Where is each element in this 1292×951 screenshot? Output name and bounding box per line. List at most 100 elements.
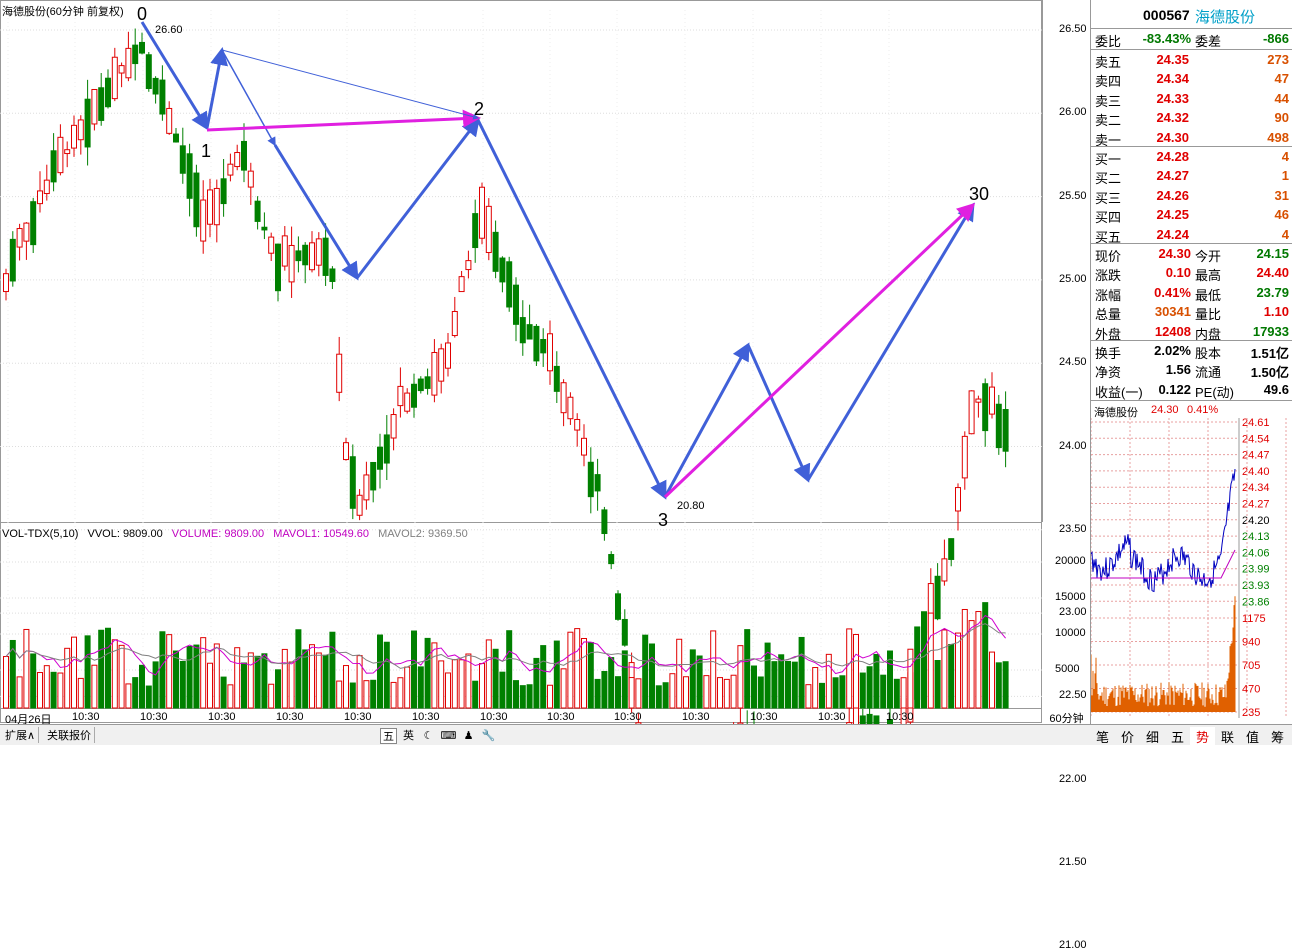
price-tick-label: 21.00 (1059, 939, 1087, 951)
volume-bar (145, 685, 152, 709)
bid-row[interactable]: 买四 24.25 46 (1091, 205, 1292, 225)
book-volume: 31 (1274, 187, 1289, 203)
volume-bar (295, 629, 302, 709)
candle-body (43, 179, 50, 195)
right-tab[interactable]: 值 (1240, 727, 1265, 746)
price-tick-label: 26.00 (1059, 106, 1087, 119)
candle-body (560, 382, 567, 414)
candle-body (281, 235, 288, 267)
volume-bar (839, 675, 846, 709)
volume-bar (431, 642, 438, 709)
volume-bar (791, 661, 798, 709)
volume-bar (621, 650, 628, 709)
book-price: 24.35 (1156, 52, 1189, 67)
kline-chart[interactable]: 0 26.60 1 2 3 20.80 30 (0, 0, 1042, 724)
candle-body (492, 231, 499, 272)
bid-row[interactable]: 买五 24.24 4 (1091, 225, 1292, 245)
ask-row[interactable]: 卖四 24.34 47 (1091, 69, 1292, 89)
candle-body (377, 446, 383, 470)
bid-row[interactable]: 买二 24.27 1 (1091, 166, 1292, 186)
volume-bar (540, 645, 547, 709)
candle-body (479, 186, 485, 239)
volume-value: VOLUME: 9809.00 (171, 528, 265, 540)
volume-bar (445, 672, 451, 709)
volume-bar (485, 639, 492, 709)
volume-bar (173, 650, 179, 709)
ime-five-icon[interactable]: 五 (380, 728, 397, 744)
right-tab[interactable]: 价 (1115, 727, 1140, 746)
candle-body (445, 342, 451, 369)
volume-bar (438, 660, 445, 709)
candle-body (309, 242, 315, 271)
bid-row[interactable]: 买三 24.26 31 (1091, 186, 1292, 206)
period-label[interactable]: 60分钟 (1043, 710, 1090, 725)
volume-bar (927, 612, 934, 709)
right-tab[interactable]: 势 (1190, 727, 1215, 746)
related-quote-tab[interactable]: 关联报价 (44, 727, 95, 743)
volume-bar (288, 661, 295, 709)
time-tick-label: 10:30 (682, 711, 710, 723)
volume-bar (866, 666, 873, 709)
stock-name: 海德股份 (1195, 9, 1256, 26)
candle-body (315, 238, 322, 266)
right-tab[interactable]: 筹 (1265, 727, 1290, 746)
candle-body (547, 333, 553, 372)
moon-icon[interactable]: ☾ (420, 728, 437, 744)
keyboard-icon[interactable]: ⌨ (440, 728, 457, 744)
user-icon[interactable]: ♟ (460, 728, 477, 744)
ask-row[interactable]: 卖三 24.33 44 (1091, 89, 1292, 109)
stock-header: 000567 海德股份 (1091, 4, 1292, 28)
candle-body (207, 189, 213, 225)
right-tab[interactable]: 联 (1215, 727, 1240, 746)
volume-bar (893, 678, 900, 709)
right-tab[interactable]: 细 (1140, 727, 1165, 746)
ime-english-icon[interactable]: 英 (400, 728, 417, 744)
mini-intraday-chart[interactable]: 24.61 24.54 24.47 24.40 24.34 24.27 24.20 24.13… (1091, 418, 1292, 718)
ask-row[interactable]: 卖二 24.32 90 (1091, 108, 1292, 128)
bid-row[interactable]: 买一 24.28 4 (1091, 147, 1292, 167)
candle-body (71, 124, 77, 149)
volume-bar (105, 627, 111, 709)
ask-row[interactable]: 卖一 24.30 498 (1091, 128, 1292, 148)
volume-bar (934, 660, 941, 709)
candle-body (268, 236, 275, 254)
candle-body (438, 348, 445, 382)
volume-bar (213, 643, 220, 709)
mini-price-label: 24.06 (1242, 547, 1270, 559)
candle-body (16, 228, 23, 248)
volume-bar (846, 628, 853, 709)
volume-bar (315, 652, 322, 709)
candle-body (91, 88, 98, 125)
candle-body (186, 153, 193, 199)
book-volume: 44 (1274, 90, 1289, 106)
candle-body (615, 593, 621, 620)
candle-body (179, 145, 186, 174)
candle-body (859, 715, 866, 724)
stats-row: 现价 24.30 今开 24.15 (1095, 246, 1289, 264)
candle-body (506, 261, 513, 308)
candle-body (9, 238, 16, 282)
right-tab[interactable]: 笔 (1090, 727, 1115, 746)
volume-bar (989, 651, 995, 709)
volume-bar (50, 671, 57, 709)
volume-bar (336, 680, 343, 709)
wrench-icon[interactable]: 🔧 (480, 728, 497, 744)
candle-body (621, 618, 628, 646)
time-tick-label: 10:30 (818, 711, 846, 723)
right-tab[interactable]: 五 (1165, 727, 1190, 746)
volume-bar (615, 676, 621, 709)
mini-price-label: 24.54 (1242, 433, 1270, 445)
candle-body (485, 205, 492, 254)
volume-bar (723, 678, 730, 709)
candle-body (397, 385, 404, 407)
candle-body (989, 386, 995, 415)
book-price: 24.24 (1156, 226, 1189, 242)
volume-tick-label: 20000 (1055, 555, 1086, 567)
volume-bar (676, 638, 683, 709)
candle-body (193, 172, 200, 228)
expand-tab[interactable]: 扩展∧ (2, 727, 40, 743)
ask-row[interactable]: 卖五 24.35 273 (1091, 50, 1292, 70)
fin-row: 收益(一) 0.122 PE(动) 49.6 (1095, 381, 1289, 400)
candle-body (200, 199, 207, 242)
mini-price-label: 24.34 (1242, 482, 1270, 494)
